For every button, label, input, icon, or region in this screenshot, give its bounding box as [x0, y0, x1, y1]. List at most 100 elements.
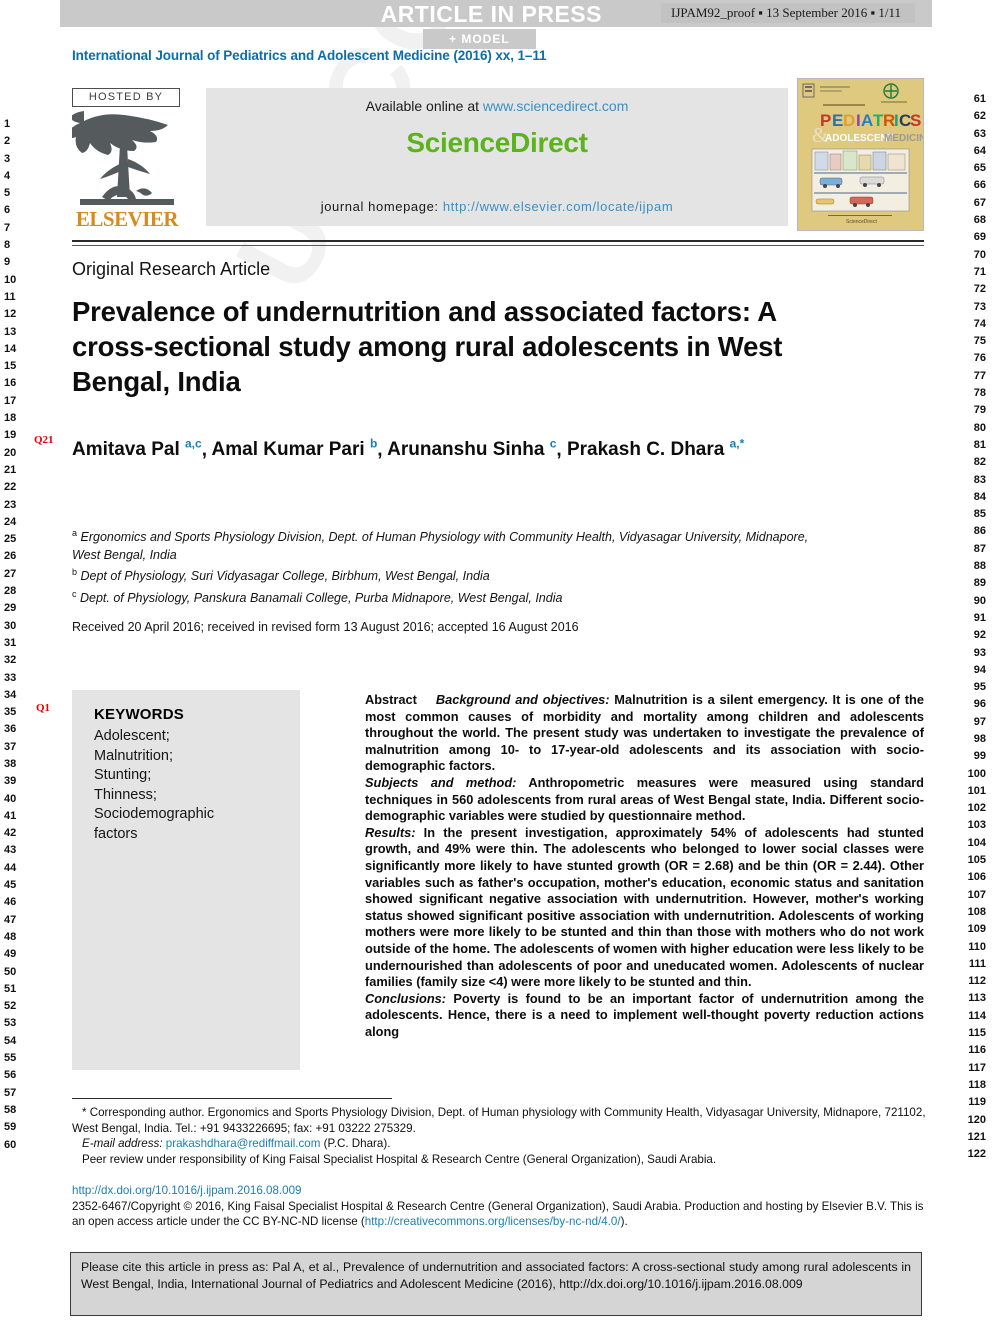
line-number: 80: [973, 421, 986, 434]
line-number: 4: [4, 169, 11, 182]
elsevier-wordmark: ELSEVIER: [75, 207, 179, 231]
line-number: 95: [973, 681, 986, 694]
license-link[interactable]: http://creativecommons.org/licenses/by-n…: [365, 1215, 621, 1228]
line-number: 57: [4, 1086, 17, 1099]
author-name: Amitava Pal a,c: [72, 437, 202, 461]
hosted-by-label: HOSTED BY: [72, 88, 180, 107]
line-number: 113: [968, 992, 986, 1005]
journal-cover-thumbnail: P E D I A T R I C S & ADOLESCENT MEDICIN…: [797, 78, 924, 231]
affiliation-item: a Ergonomics and Sports Physiology Divis…: [72, 528, 809, 562]
line-number: 41: [4, 809, 17, 822]
query-marker-q1[interactable]: Q1: [36, 702, 50, 714]
article-in-press-label: ARTICLE IN PRESS: [380, 1, 602, 27]
line-number: 88: [973, 560, 986, 573]
line-number: 42: [4, 827, 17, 840]
journal-cover-art: P E D I A T R I C S & ADOLESCENT MEDICIN…: [798, 79, 923, 230]
query-marker-q21[interactable]: Q21: [34, 434, 54, 446]
line-number: 6: [4, 204, 11, 217]
line-number: 35: [4, 706, 17, 719]
email-address-label: E-mail address:: [82, 1137, 163, 1150]
line-number: 36: [4, 723, 17, 736]
line-number: 112: [968, 975, 986, 988]
article-type-label: Original Research Article: [72, 259, 271, 279]
line-number: 94: [973, 663, 986, 676]
line-number: 86: [973, 525, 986, 538]
copyright-text-part2: ).: [620, 1215, 628, 1228]
line-number: 68: [973, 214, 986, 227]
line-number: 1: [4, 118, 11, 130]
keywords-list: Adolescent; Malnutrition; Stunting; Thinnes…: [94, 727, 290, 844]
header-rule-top: [72, 240, 924, 242]
abstract-section: Subjects and method: Anthropometric meas…: [365, 775, 924, 825]
line-number: 32: [4, 654, 17, 667]
abstract-section: Conclusions: Poverty is found to be an i…: [365, 991, 924, 1041]
line-number: 45: [4, 879, 17, 892]
line-number: 67: [973, 196, 986, 209]
footnotes-block: * Corresponding author. Ergonomics and S…: [72, 1105, 930, 1167]
header-rule-bottom: [72, 245, 924, 246]
author-separator: ,: [556, 439, 567, 461]
line-number: 48: [4, 930, 17, 943]
doi-link[interactable]: http://dx.doi.org/10.1016/j.ijpam.2016.0…: [72, 1183, 930, 1199]
journal-homepage-line: journal homepage: http://www.elsevier.co…: [206, 199, 788, 214]
publication-info: http://dx.doi.org/10.1016/j.ijpam.2016.0…: [72, 1183, 930, 1230]
line-number: 5: [4, 187, 11, 200]
line-number: 114: [968, 1009, 986, 1022]
line-number: 116: [968, 1044, 986, 1057]
line-number: 51: [4, 982, 17, 995]
cover-publisher-label: ScienceDirect: [846, 219, 877, 225]
footnote-rule: [72, 1098, 392, 1099]
corresponding-author-note: * Corresponding author. Ergonomics and S…: [72, 1106, 926, 1135]
line-number: 79: [973, 404, 986, 417]
line-number: 99: [973, 750, 986, 763]
elsevier-tree-icon: [72, 111, 174, 205]
line-number: 92: [973, 629, 986, 642]
model-badge: + MODEL: [423, 29, 536, 49]
line-number: 56: [4, 1069, 17, 1082]
page-title: Prevalence of undernutrition and associa…: [72, 296, 783, 397]
line-number: 54: [4, 1034, 17, 1047]
keywords-box: KEYWORDS Adolescent; Malnutrition; Stuntin…: [72, 690, 300, 1070]
line-number: 14: [4, 342, 17, 355]
author-name: Arunanshu Sinha c: [387, 437, 557, 461]
line-number: 18: [4, 412, 17, 425]
article-in-press-banner: ARTICLE IN PRESS IJPAM92_proof ▪ 13 Sept…: [60, 0, 932, 27]
sciencedirect-logo: ScienceDirect: [406, 127, 588, 158]
line-number: 93: [973, 646, 986, 659]
line-number: 40: [4, 792, 17, 805]
line-number: 87: [973, 542, 986, 555]
elsevier-logo-block: HOSTED BY ELSEVIER: [72, 88, 188, 231]
received-dates: Received 20 April 2016; received in revi…: [72, 620, 579, 634]
keyword-item: Stunting;: [94, 767, 152, 783]
sciencedirect-url-link[interactable]: www.sciencedirect.com: [483, 98, 629, 114]
line-number: 21: [4, 463, 17, 476]
email-note: E-mail address: prakashdhara@rediffmail.…: [72, 1136, 930, 1152]
line-number: 96: [973, 698, 986, 711]
keywords-heading: KEYWORDS: [94, 706, 184, 723]
line-number: 98: [973, 732, 986, 745]
journal-homepage-link[interactable]: http://www.elsevier.com/locate/ijpam: [443, 199, 673, 214]
keyword-item: Sociodemographic: [94, 806, 215, 822]
line-number: 108: [967, 905, 986, 918]
line-number: 103: [967, 819, 986, 832]
line-number: 62: [973, 110, 986, 123]
abstract-section-label: Subjects and method:: [365, 774, 517, 790]
line-number: 55: [4, 1052, 17, 1065]
line-number: 122: [967, 1148, 986, 1161]
email-suffix: (P.C. Dhara).: [320, 1137, 391, 1150]
keyword-item: Thinness;: [94, 786, 157, 803]
line-number: 106: [967, 871, 986, 884]
line-number: 16: [4, 377, 17, 390]
line-number: 69: [973, 231, 986, 244]
author-separator: ,: [377, 439, 388, 461]
line-number: 30: [4, 619, 17, 632]
line-number: 60: [4, 1138, 17, 1151]
corresponding-email-link[interactable]: prakashdhara@rediffmail.com: [166, 1137, 321, 1150]
svg-text:MEDICINE: MEDICINE: [884, 133, 923, 144]
abstract-section-text: In the present investigation, approximat…: [365, 824, 924, 990]
line-number: 24: [4, 515, 17, 528]
line-number: 100: [967, 767, 986, 780]
line-number: 52: [4, 1000, 17, 1013]
abstract-section: Results: In the present investigation, a…: [365, 825, 924, 991]
line-number: 75: [973, 335, 986, 348]
